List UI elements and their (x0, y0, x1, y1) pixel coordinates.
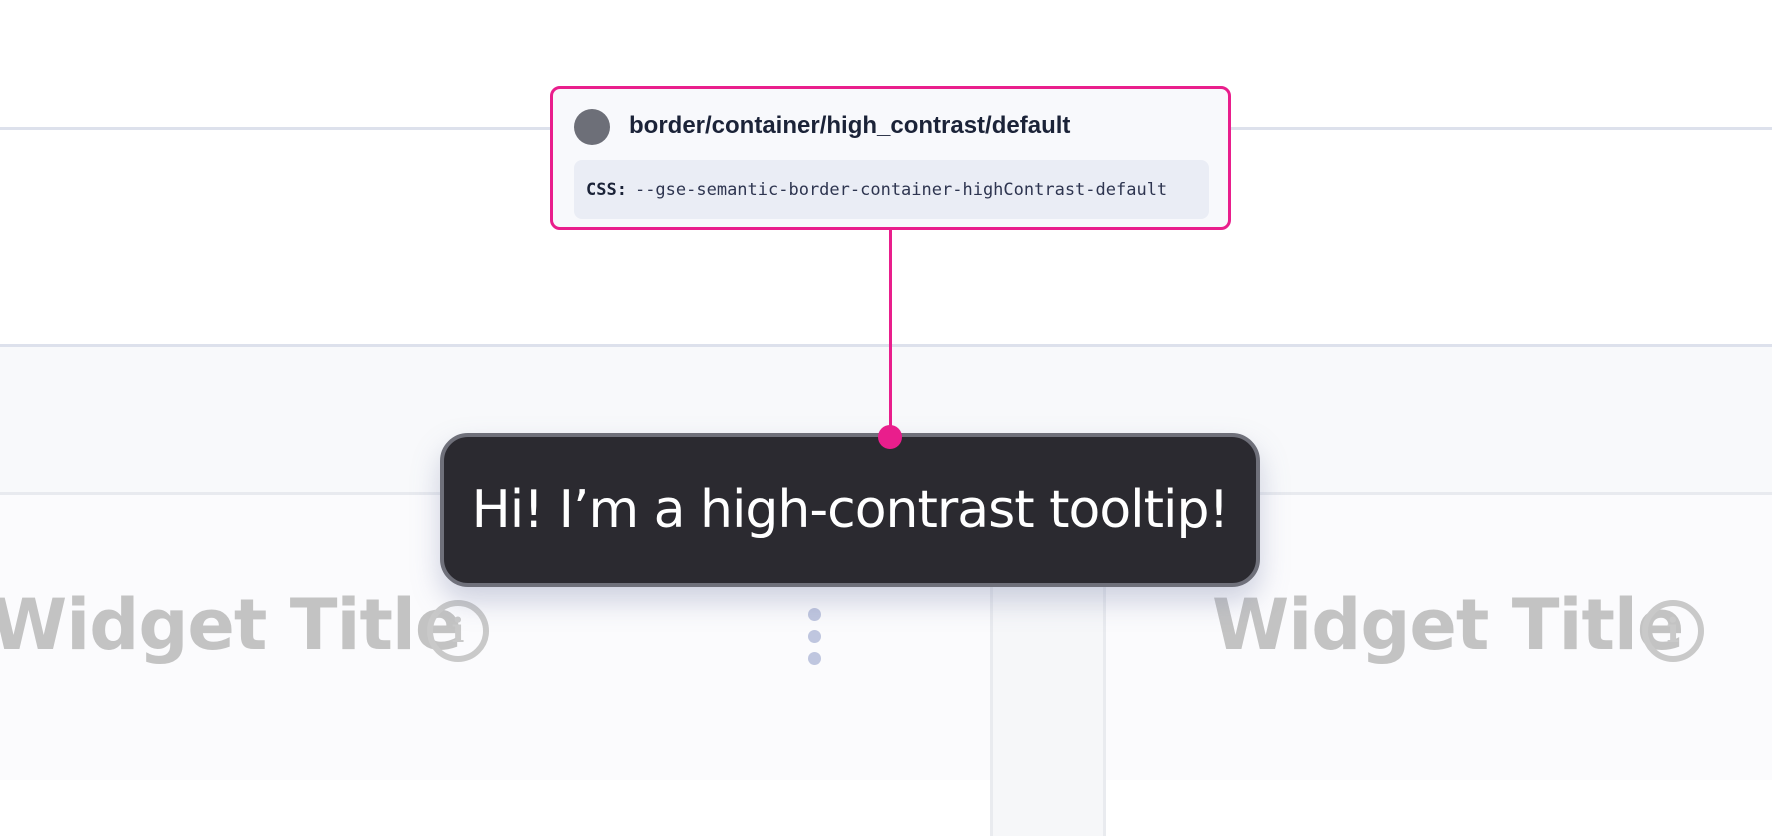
color-swatch (574, 109, 610, 145)
token-name: border/container/high_contrast/default (629, 112, 1071, 139)
token-css-box: CSS: --gse-semantic-border-container-hig… (574, 160, 1209, 219)
token-css-label: CSS: (586, 179, 627, 200)
tooltip-text: Hi! I’m a high-contrast tooltip! (471, 480, 1230, 540)
widget-title-right: Widget Title (1212, 584, 1684, 666)
high-contrast-tooltip: Hi! I’m a high-contrast tooltip! (440, 433, 1260, 587)
annotation-connector-line (889, 230, 892, 437)
kebab-dot (808, 608, 821, 621)
info-icon[interactable]: i (427, 600, 489, 662)
annotation-connector-dot (878, 425, 902, 449)
token-annotation-card: border/container/high_contrast/default C… (550, 86, 1231, 230)
kebab-dot (808, 630, 821, 643)
kebab-menu-icon[interactable] (807, 608, 823, 666)
token-css-variable: --gse-semantic-border-container-highCont… (634, 179, 1168, 200)
info-icon[interactable]: i (1642, 600, 1704, 662)
widget-title-left: Widget Title (0, 584, 462, 666)
canvas: Widget Title i Widget Title i border/con… (0, 0, 1772, 836)
kebab-dot (808, 652, 821, 665)
